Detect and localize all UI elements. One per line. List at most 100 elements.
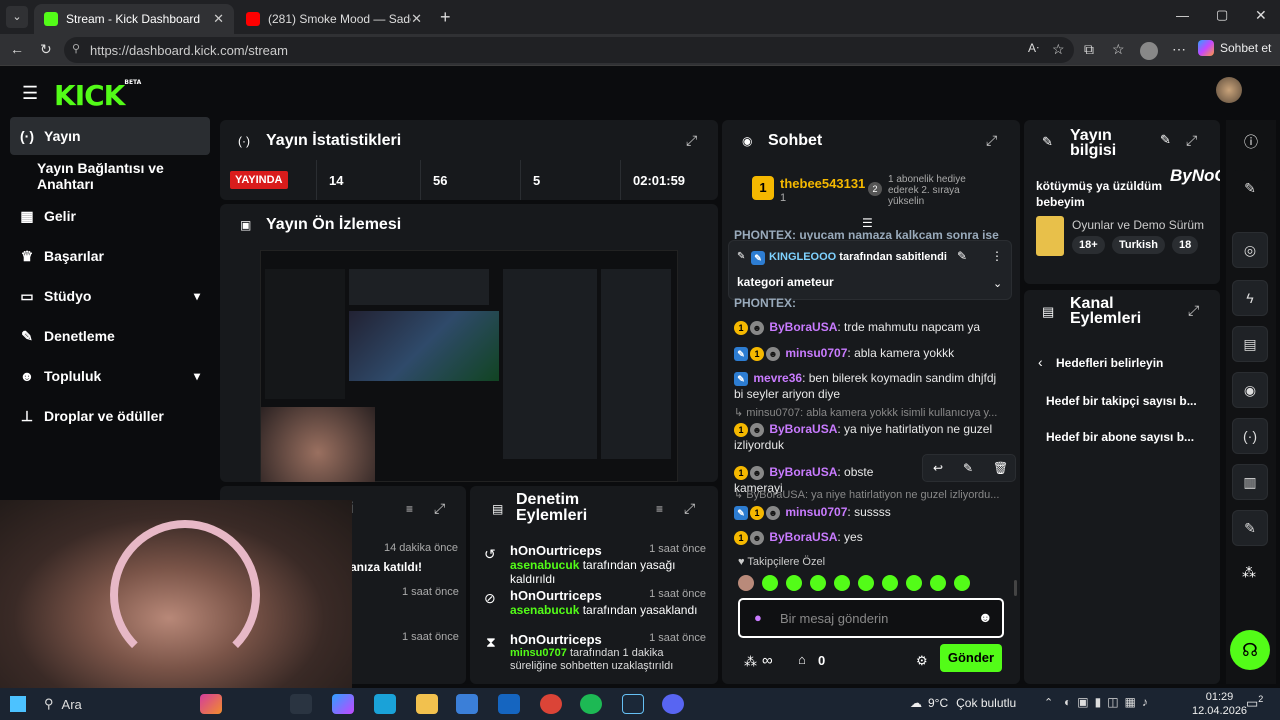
tab-list-dropdown[interactable]: ⌄ xyxy=(6,6,28,28)
chat-message[interactable]: ✎ mevre36: ben bilerek koymadin sandim d… xyxy=(734,370,1004,402)
chat-username[interactable]: ByBoraUSA xyxy=(769,465,837,479)
preview-video[interactable] xyxy=(260,250,678,482)
tag-chip[interactable]: Turkish xyxy=(1112,236,1165,254)
emote-icon[interactable] xyxy=(810,575,826,591)
taskbar-search[interactable]: ⚲ Ara xyxy=(44,692,184,716)
chat-settings-icon[interactable]: ⚙ xyxy=(916,653,928,669)
expand-icon[interactable]: ⤢ xyxy=(686,132,697,149)
user-avatar[interactable] xyxy=(1216,77,1242,103)
emote-icon[interactable] xyxy=(738,575,754,591)
document-icon[interactable]: ▤ xyxy=(1232,326,1268,362)
sidebar-item-gelir[interactable]: ▦ Gelir xyxy=(10,197,210,235)
task-view-icon[interactable] xyxy=(290,694,312,714)
emoji-icon[interactable]: ☻ xyxy=(978,609,993,625)
goal-sub-item[interactable]: Hedef bir abone sayısı b... xyxy=(1046,430,1194,444)
edge-icon[interactable] xyxy=(374,694,396,714)
minimize-button[interactable]: — xyxy=(1176,8,1189,23)
unpin-icon[interactable]: ✎ xyxy=(957,249,967,263)
expand-icon[interactable]: ⤢ xyxy=(986,132,997,149)
support-headset-icon[interactable]: ☊ xyxy=(1230,630,1270,670)
chat-input[interactable]: ● Bir mesaj gönderin ☻ xyxy=(738,598,1004,638)
more-options-icon[interactable]: ⋮ xyxy=(991,249,1003,263)
clock[interactable]: 01:29 12.04.2026 xyxy=(1192,690,1247,718)
hamburger-menu-icon[interactable]: ☰ xyxy=(22,83,38,104)
close-tab-icon[interactable]: ✕ xyxy=(213,11,224,27)
copilot-button[interactable]: Sohbet et xyxy=(1198,40,1271,56)
reload-icon[interactable]: ↻ xyxy=(40,41,52,58)
read-aloud-icon[interactable]: Aᐧ xyxy=(1028,41,1039,55)
filter-icon[interactable]: ≡ xyxy=(406,502,413,516)
store-app-icon[interactable] xyxy=(456,694,478,714)
tab-youtube[interactable]: (281) Smoke Mood — Sadece rah ✕ xyxy=(236,4,432,34)
discord-icon[interactable] xyxy=(662,694,684,714)
emote-icon[interactable] xyxy=(906,575,922,591)
mail-icon[interactable] xyxy=(498,694,520,714)
chat-username[interactable]: ByBoraUSA xyxy=(769,530,837,544)
filter-icon[interactable]: ≡ xyxy=(656,502,663,516)
steam-icon[interactable] xyxy=(622,694,644,714)
chevron-down-icon[interactable]: ⌄ xyxy=(993,277,1002,290)
chat-message[interactable]: ✎ 1 ☻ minsu0707: sussss xyxy=(734,504,1004,520)
edit-icon[interactable]: ✎ xyxy=(1232,170,1268,206)
expand-icon[interactable]: ⤢ xyxy=(1186,132,1197,149)
file-explorer-icon[interactable] xyxy=(416,694,438,714)
chat-username[interactable]: minsu0707 xyxy=(785,505,847,519)
copilot-app-icon[interactable] xyxy=(332,694,354,714)
sidebar-item-yayin[interactable]: (·) Yayın xyxy=(10,117,210,155)
tray-icons[interactable]: ◐▣▮◫▦♪ xyxy=(1064,695,1154,709)
chat-message[interactable]: 1 ☻ ByBoraUSA: trde mahmutu napcam ya xyxy=(734,319,1004,335)
chat-message[interactable]: 1 ☻ ByBoraUSA: ya niye hatirlatiyon ne gu… xyxy=(734,421,1004,453)
chat-message[interactable]: ✎ 1 ☻ minsu0707: abla kamera yokkk xyxy=(734,345,1004,361)
goals-back-label[interactable]: Hedefleri belirleyin xyxy=(1056,356,1163,370)
microphone-icon[interactable]: ● xyxy=(754,610,762,625)
chat-message[interactable]: 1 ☻ ByBoraUSA: yes xyxy=(734,529,1004,545)
info-icon[interactable]: ⓘ xyxy=(1244,132,1258,152)
close-tab-icon[interactable]: ✕ xyxy=(411,11,422,27)
emote-icon[interactable] xyxy=(834,575,850,591)
goal-follower-item[interactable]: Hedef bir takipçi sayısı b... xyxy=(1046,394,1197,408)
tag-chip[interactable]: 18 xyxy=(1172,236,1199,254)
emote-icon[interactable] xyxy=(786,575,802,591)
chevron-down-icon[interactable]: ▾ xyxy=(194,369,200,383)
expand-icon[interactable]: ⤢ xyxy=(684,500,695,517)
more-menu-icon[interactable]: ⋯ xyxy=(1172,41,1186,58)
emote-icon[interactable] xyxy=(858,575,874,591)
sidebar-item-droplar[interactable]: ⊥ Droplar ve ödüller xyxy=(10,397,210,435)
edit-pencil-icon[interactable]: ✎ xyxy=(1160,132,1171,148)
url-field[interactable]: ⚲ https://dashboard.kick.com/stream xyxy=(64,37,1074,63)
sidebar-item-denetleme[interactable]: ✎ Denetleme xyxy=(10,317,210,355)
new-tab-button[interactable]: + xyxy=(440,7,451,28)
sidebar-item-topluluk[interactable]: ☻ Topluluk ▾ xyxy=(10,357,210,395)
emote-icon[interactable] xyxy=(930,575,946,591)
spotify-icon[interactable] xyxy=(580,694,602,714)
delete-icon[interactable]: 🗑 xyxy=(993,461,1008,475)
chat-username[interactable]: minsu0707 xyxy=(785,346,847,360)
send-button[interactable]: Gönder xyxy=(940,644,1002,672)
sidebar-item-basarilar[interactable]: ♛ Başarılar xyxy=(10,237,210,275)
points-icon[interactable]: ⁂ xyxy=(1242,564,1256,581)
windows-start-icon[interactable] xyxy=(10,696,26,712)
chrome-icon[interactable] xyxy=(540,694,562,714)
profile-avatar-icon[interactable] xyxy=(1140,42,1158,60)
tab-kick-dashboard[interactable]: Stream - Kick Dashboard ✕ xyxy=(34,4,234,34)
camera-icon[interactable]: ◎ xyxy=(1232,232,1268,268)
close-window-button[interactable]: ✕ xyxy=(1255,7,1267,24)
emote-icon[interactable] xyxy=(882,575,898,591)
site-info-icon[interactable]: ⚲ xyxy=(72,42,80,55)
emote-icon[interactable] xyxy=(954,575,970,591)
chat-username[interactable]: ByBoraUSA xyxy=(769,422,837,436)
tag-chip[interactable]: 18+ xyxy=(1072,236,1105,254)
chat-scrollbar[interactable] xyxy=(1014,580,1017,596)
actions-icon[interactable]: ▥ xyxy=(1232,464,1268,500)
store-icon[interactable]: ⌂ xyxy=(798,652,806,667)
reply-icon[interactable]: ↩ xyxy=(933,461,943,475)
category-name[interactable]: Oyunlar ve Demo Sürüm xyxy=(1072,218,1212,232)
chat-username[interactable]: mevre36 xyxy=(753,371,802,385)
sidebar-item-studyo[interactable]: ▭ Stüdyo ▾ xyxy=(10,277,210,315)
pinned-message[interactable]: ✎ ✎ KINGLEOOO tarafından sabitlendi ✎ ⋮ … xyxy=(728,240,1012,300)
sidebar-item-stream-key[interactable]: Yayın Bağlantısı ve Anahtarı xyxy=(10,157,220,195)
favorites-icon[interactable]: ☆ xyxy=(1112,41,1125,58)
extensions-icon[interactable]: ⧉ xyxy=(1084,41,1094,58)
tray-chevron-icon[interactable]: ⌃ xyxy=(1044,696,1053,709)
chat-bubble-icon[interactable]: ◉ xyxy=(1232,372,1268,408)
